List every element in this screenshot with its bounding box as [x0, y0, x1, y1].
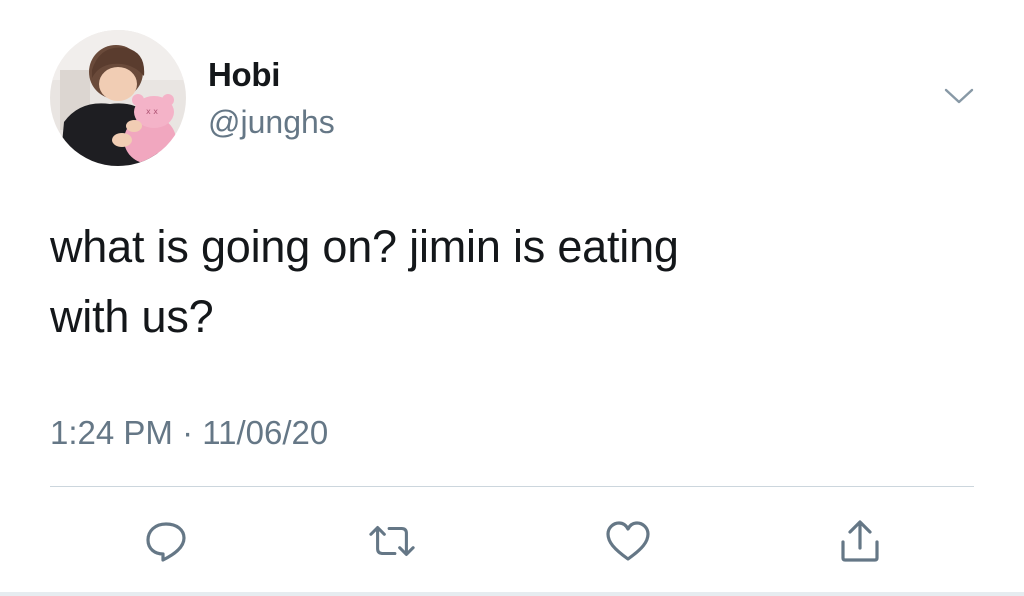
bottom-border [0, 592, 1024, 596]
svg-text:x x: x x [146, 107, 158, 116]
user-handle[interactable]: @junghs [208, 104, 335, 141]
tweet-text-line: with us? [50, 291, 214, 342]
divider [50, 486, 974, 487]
share-button[interactable] [836, 518, 884, 564]
tweet-time: 1:24 PM [50, 414, 173, 451]
meta-separator: · [182, 414, 194, 451]
like-button[interactable] [604, 518, 652, 564]
tweet-text-line: what is going on? jimin is eating [50, 221, 679, 272]
avatar-image: x x [50, 30, 186, 166]
avatar[interactable]: x x [50, 30, 186, 166]
reply-icon [146, 522, 186, 562]
tweet-date: 11/06/20 [202, 414, 329, 451]
heart-icon [606, 521, 650, 561]
retweet-icon [369, 526, 415, 556]
tweet-card: x x Hobi @junghs what is going on? jimin… [0, 0, 1024, 596]
display-name[interactable]: Hobi [208, 56, 280, 94]
reply-button[interactable] [142, 518, 190, 564]
retweet-button[interactable] [368, 518, 416, 564]
tweet-timestamp[interactable]: 1:24 PM · 11/06/20 [50, 414, 328, 452]
share-icon [841, 520, 879, 562]
tweet-text: what is going on? jimin is eating with u… [50, 212, 950, 352]
chevron-down-icon[interactable] [942, 84, 976, 108]
